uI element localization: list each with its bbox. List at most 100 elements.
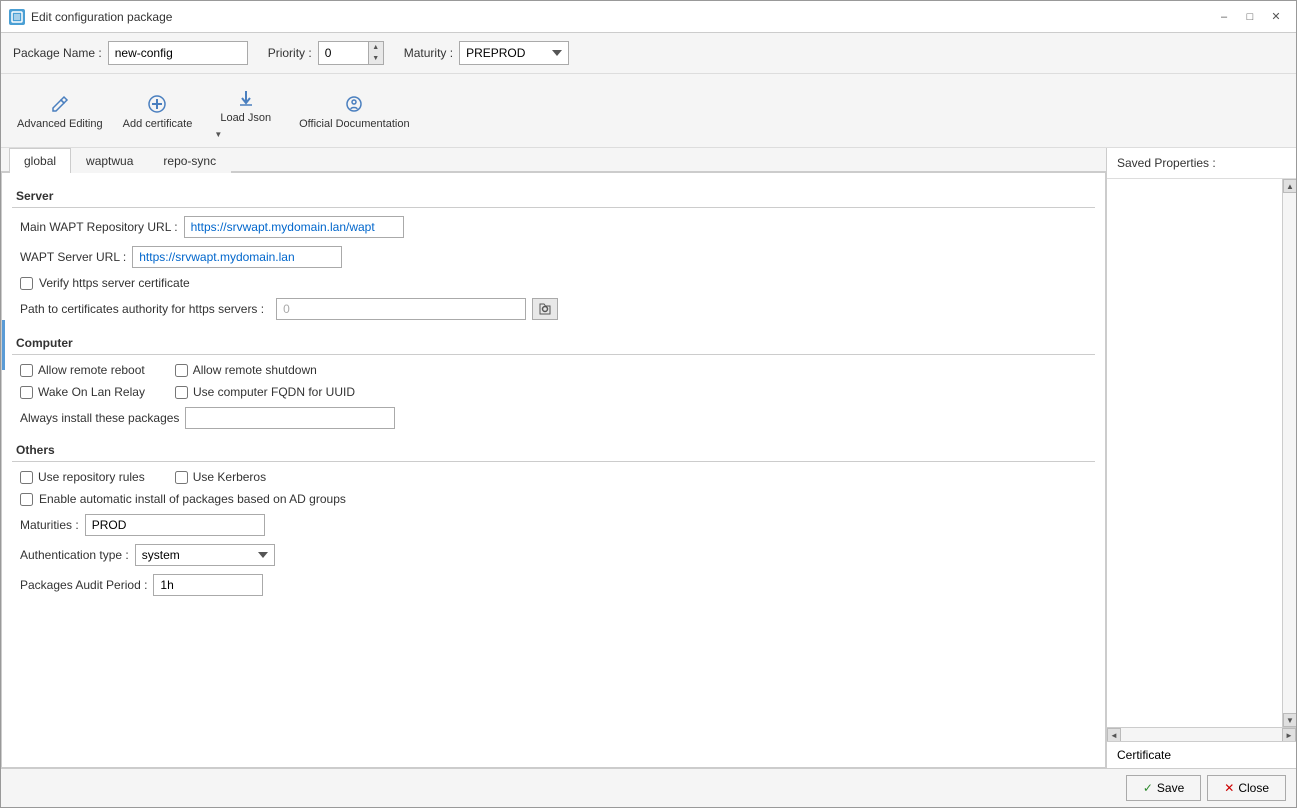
window-icon: [9, 9, 25, 25]
computer-section-header: Computer: [12, 330, 1095, 355]
window-title: Edit configuration package: [31, 10, 172, 24]
load-json-dropdown-arrow[interactable]: ▼: [214, 130, 222, 139]
allow-reboot-item: Allow remote reboot: [20, 363, 145, 377]
package-name-label: Package Name :: [13, 46, 102, 60]
verify-https-checkbox[interactable]: [20, 277, 33, 290]
kerberos-label: Use Kerberos: [193, 470, 266, 484]
main-wapt-repo-label: Main WAPT Repository URL :: [20, 220, 178, 234]
verify-https-label: Verify https server certificate: [39, 276, 190, 290]
load-json-button-group: Load Json ▼: [204, 78, 287, 143]
add-cert-icon: [145, 92, 169, 116]
auth-type-label: Authentication type :: [20, 548, 129, 562]
fqdn-item: Use computer FQDN for UUID: [175, 385, 355, 399]
tab-waptwua[interactable]: waptwua: [71, 148, 148, 173]
ad-groups-row: Enable automatic install of packages bas…: [12, 492, 1095, 506]
bottom-bar: ✓ Save ✕ Close: [1, 768, 1296, 807]
save-button[interactable]: ✓ Save: [1126, 775, 1201, 801]
toolbar: Advanced Editing Add certificate: [1, 74, 1296, 148]
maturities-label: Maturities :: [20, 518, 79, 532]
others-section-header: Others: [12, 437, 1095, 462]
wapt-server-url-input[interactable]: [132, 246, 342, 268]
always-install-row: Always install these packages: [12, 407, 1095, 429]
priority-label: Priority :: [268, 46, 312, 60]
close-button[interactable]: ✕: [1264, 7, 1288, 27]
ad-groups-label: Enable automatic install of packages bas…: [39, 492, 346, 506]
tab-global[interactable]: global: [9, 148, 71, 173]
tab-repo-sync[interactable]: repo-sync: [148, 148, 231, 173]
allow-shutdown-item: Allow remote shutdown: [175, 363, 317, 377]
repo-rules-item: Use repository rules: [20, 470, 145, 484]
maturities-input[interactable]: [85, 514, 265, 536]
priority-spinner: ▲ ▼: [368, 41, 384, 65]
reboot-shutdown-row: Allow remote reboot Allow remote shutdow…: [12, 363, 1095, 377]
fqdn-checkbox[interactable]: [175, 386, 188, 399]
cert-path-row: Path to certificates authority for https…: [12, 298, 1095, 320]
header-bar: Package Name : Priority : ▲ ▼ Maturity :…: [1, 33, 1296, 74]
ad-groups-checkbox[interactable]: [20, 493, 33, 506]
title-bar-controls: – □ ✕: [1212, 7, 1288, 27]
certificate-section: Certificate: [1107, 741, 1296, 768]
priority-up[interactable]: ▲: [369, 42, 383, 53]
verify-https-row: Verify https server certificate: [12, 276, 1095, 290]
auth-type-select[interactable]: system kerberos certificate: [135, 544, 275, 566]
wol-fqdn-row: Wake On Lan Relay Use computer FQDN for …: [12, 385, 1095, 399]
certificate-label: Certificate: [1117, 748, 1171, 762]
browse-cert-button[interactable]: [532, 298, 558, 320]
saved-properties-area: ▲ ▼: [1107, 179, 1296, 727]
wol-label: Wake On Lan Relay: [38, 385, 145, 399]
allow-shutdown-label: Allow remote shutdown: [193, 363, 317, 377]
left-accent-bar: [2, 320, 5, 370]
official-docs-icon: [342, 92, 366, 116]
load-json-button[interactable]: Load Json: [212, 82, 279, 128]
official-docs-button[interactable]: Official Documentation: [291, 88, 417, 134]
minimize-button[interactable]: –: [1212, 7, 1236, 27]
maximize-button[interactable]: □: [1238, 7, 1262, 27]
hscroll-left[interactable]: ◄: [1107, 728, 1121, 742]
maturities-row: Maturities :: [12, 514, 1095, 536]
maturity-field: Maturity : PREPROD PROD DEV: [404, 41, 569, 65]
title-bar-left: Edit configuration package: [9, 9, 172, 25]
official-docs-label: Official Documentation: [299, 118, 409, 130]
maturity-label: Maturity :: [404, 46, 453, 60]
maturity-select[interactable]: PREPROD PROD DEV: [459, 41, 569, 65]
close-label: Close: [1238, 781, 1269, 795]
wapt-server-url-row: WAPT Server URL :: [12, 246, 1095, 268]
right-panel: Saved Properties : ▲ ▼ ◄ ► Certificate: [1106, 148, 1296, 768]
save-check-icon: ✓: [1143, 781, 1153, 795]
priority-group: ▲ ▼: [318, 41, 384, 65]
form-area: Server Main WAPT Repository URL : WAPT S…: [1, 173, 1106, 768]
close-button-bottom[interactable]: ✕ Close: [1207, 775, 1286, 801]
always-install-input[interactable]: [185, 407, 395, 429]
repo-rules-label: Use repository rules: [38, 470, 145, 484]
priority-down[interactable]: ▼: [369, 53, 383, 64]
wapt-server-url-label: WAPT Server URL :: [20, 250, 126, 264]
cert-path-input[interactable]: [276, 298, 526, 320]
wol-checkbox[interactable]: [20, 386, 33, 399]
left-panel: global waptwua repo-sync Server Main WAP…: [1, 148, 1106, 768]
repo-rules-checkbox[interactable]: [20, 471, 33, 484]
hscroll-right[interactable]: ►: [1282, 728, 1296, 742]
vscroll-up[interactable]: ▲: [1283, 179, 1296, 193]
always-install-label: Always install these packages: [20, 411, 179, 425]
audit-period-row: Packages Audit Period :: [12, 574, 1095, 596]
main-wapt-repo-input[interactable]: [184, 216, 404, 238]
kerberos-checkbox[interactable]: [175, 471, 188, 484]
priority-input[interactable]: [318, 41, 368, 65]
allow-shutdown-checkbox[interactable]: [175, 364, 188, 377]
save-label: Save: [1157, 781, 1184, 795]
saved-properties-header: Saved Properties :: [1107, 148, 1296, 179]
right-panel-vscrollbar: ▲ ▼: [1282, 179, 1296, 727]
main-window: Edit configuration package – □ ✕ Package…: [0, 0, 1297, 808]
package-name-input[interactable]: [108, 41, 248, 65]
tab-bar: global waptwua repo-sync: [1, 148, 1106, 173]
add-certificate-button[interactable]: Add certificate: [115, 88, 201, 134]
saved-properties-content: [1107, 179, 1296, 727]
hscroll-track: [1121, 728, 1282, 741]
audit-period-input[interactable]: [153, 574, 263, 596]
advanced-editing-button[interactable]: Advanced Editing: [9, 88, 111, 134]
priority-field: Priority : ▲ ▼: [268, 41, 384, 65]
allow-reboot-checkbox[interactable]: [20, 364, 33, 377]
vscroll-down[interactable]: ▼: [1283, 713, 1296, 727]
wol-item: Wake On Lan Relay: [20, 385, 145, 399]
right-panel-hscrollbar: ◄ ►: [1107, 727, 1296, 741]
